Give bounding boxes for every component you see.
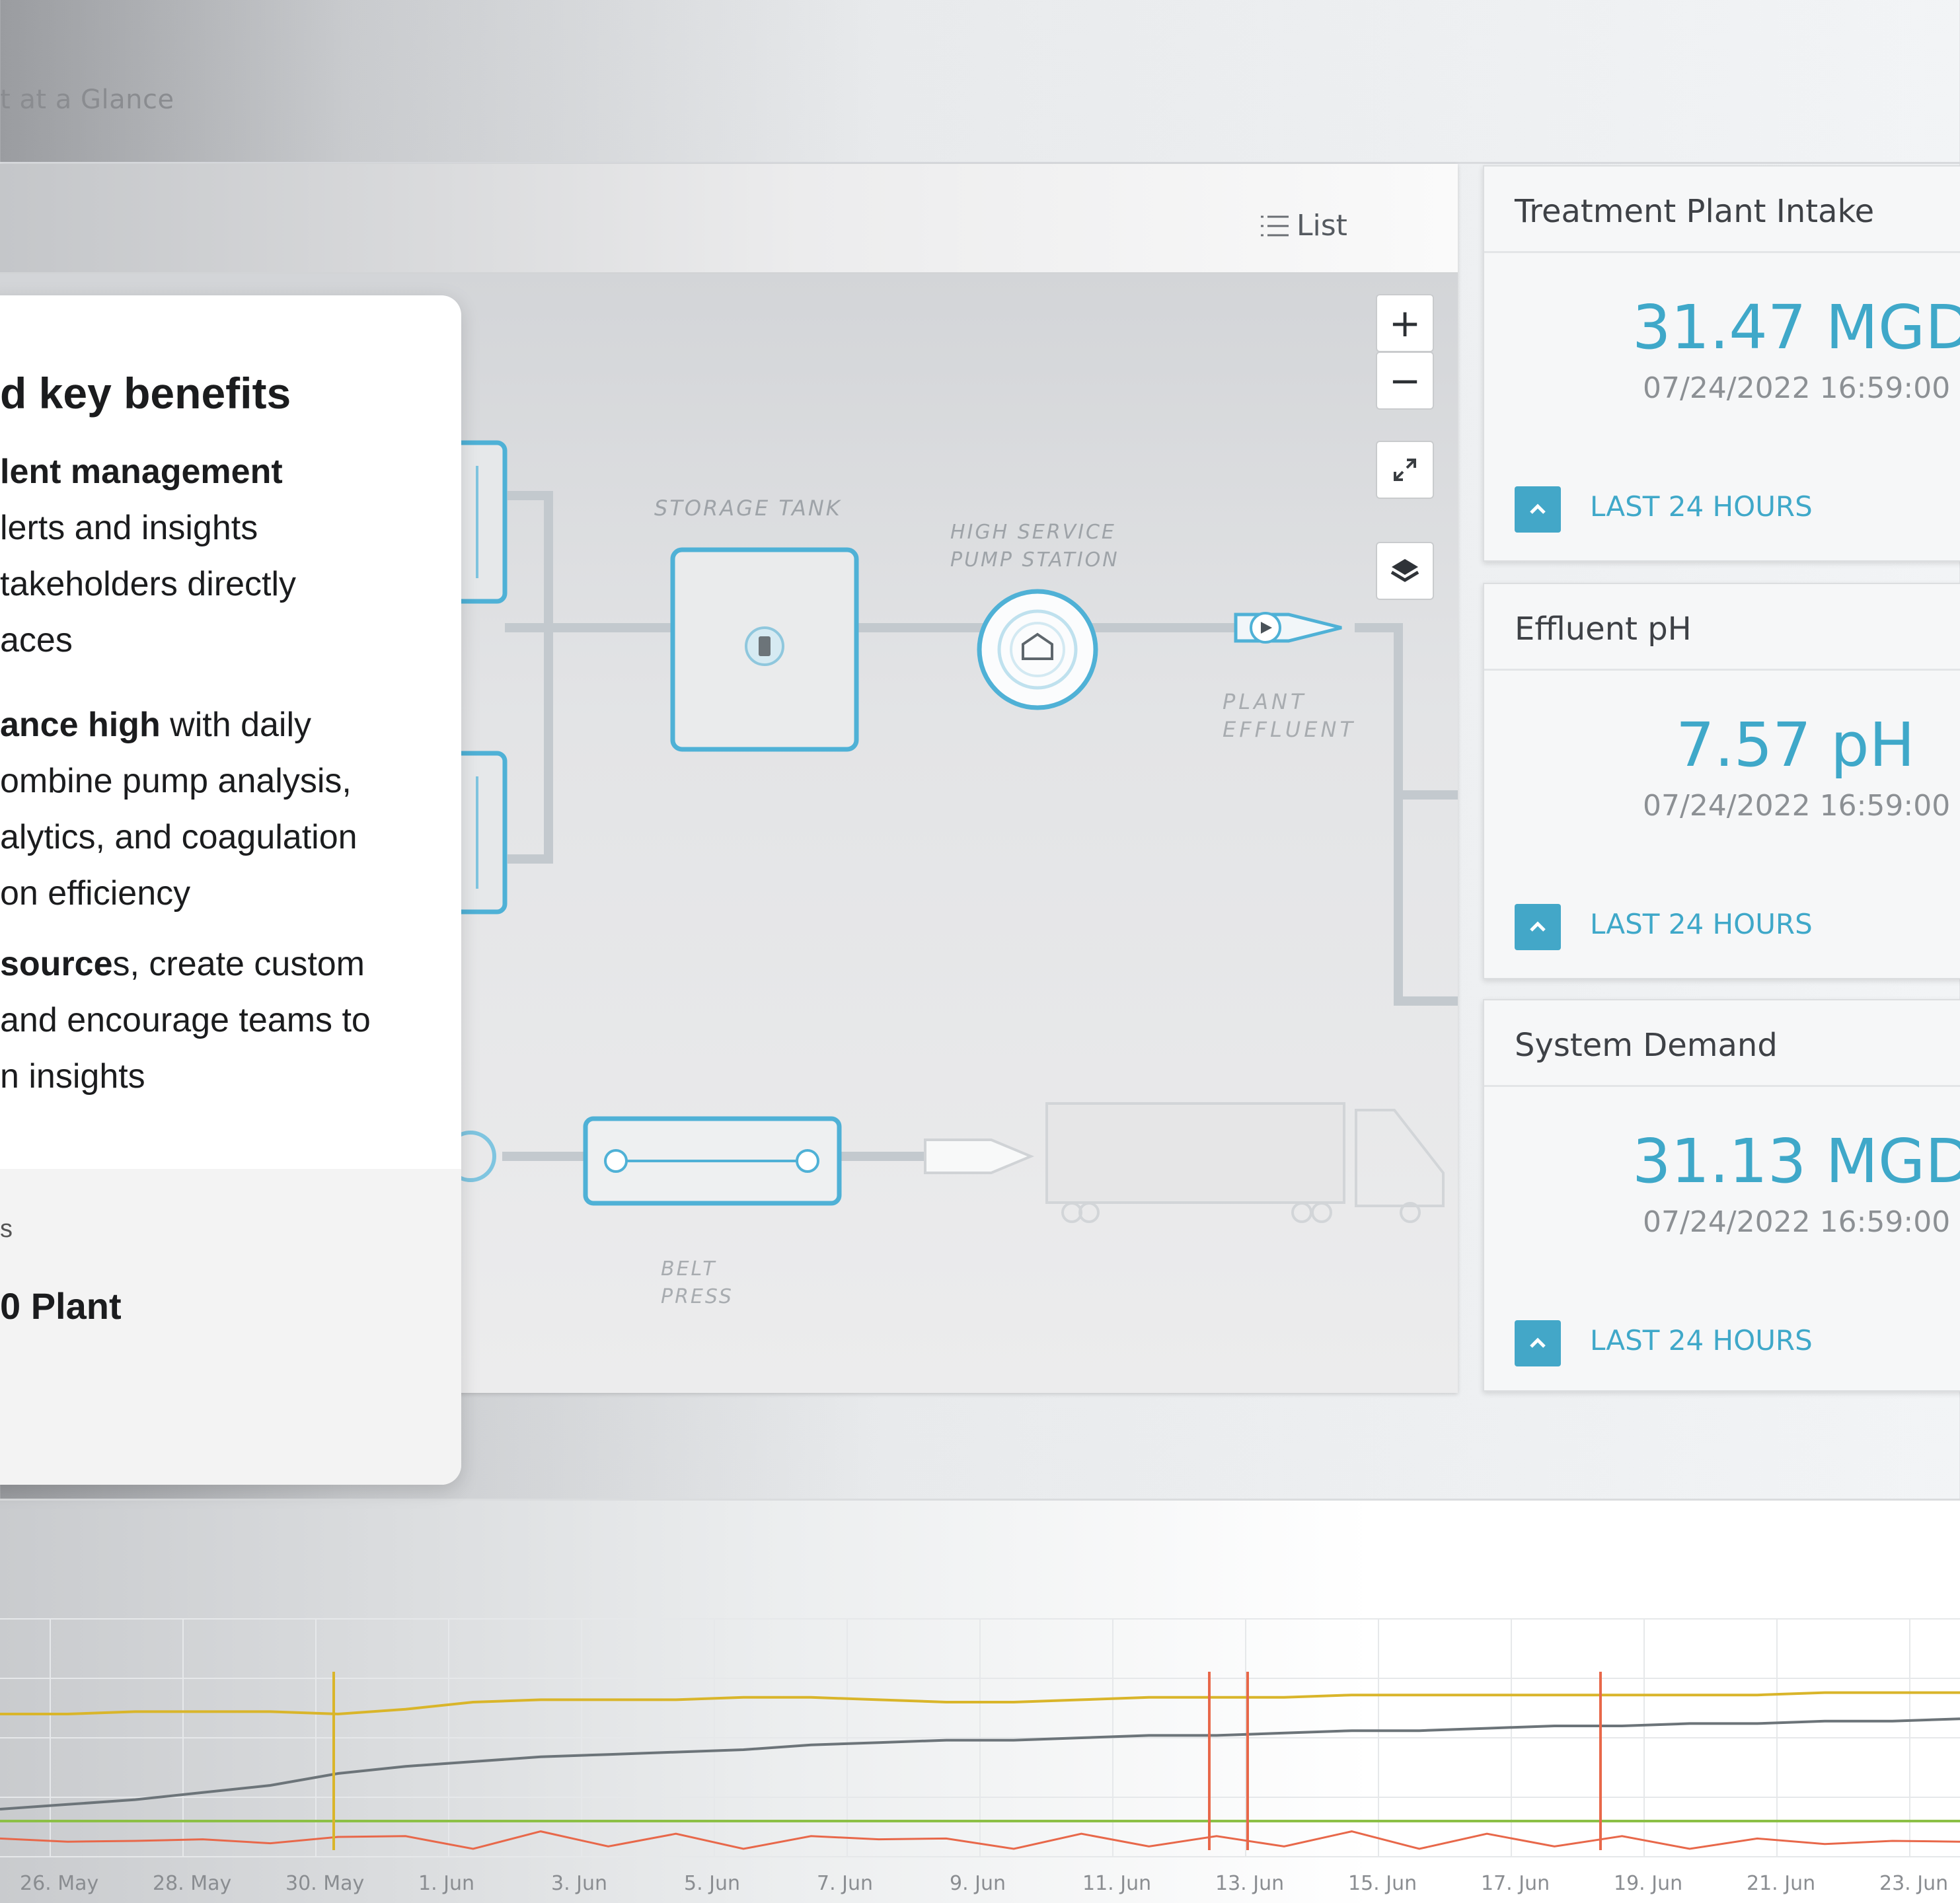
x-tick-label: 26. May [20,1872,98,1895]
chevron-up-icon [1530,1337,1546,1348]
time-range-link[interactable]: LAST 24 HOURS [1590,908,1813,940]
x-tick-label: 21. Jun [1747,1872,1815,1895]
collapse-toggle-button[interactable] [1515,486,1561,533]
zoom-in-button[interactable]: + [1376,294,1434,352]
truck-icon [1045,1102,1445,1223]
card-divider [1484,251,1960,253]
time-range-link[interactable]: LAST 24 HOURS [1590,1324,1813,1357]
pump-station-label-1: HIGH SERVICE [950,521,1116,544]
card-divider [1484,669,1960,671]
kpi-card-value: 31.47 MGD [1632,292,1960,363]
x-tick-label: 1. Jun [418,1872,474,1895]
benefit-2-line-3: alytics, and coagulation [0,818,358,856]
footer-caption: s [0,1215,13,1243]
layers-icon [1390,559,1419,582]
card-divider [1484,1085,1960,1087]
expand-icon [1394,459,1416,481]
plant-effluent-label-1: PLANT [1223,689,1307,714]
fullscreen-button[interactable] [1376,441,1434,499]
benefit-1-line-3: takeholders directly [0,565,296,603]
list-view-label: List [1297,209,1347,243]
x-tick-label: 28. May [153,1872,231,1895]
pump-station [977,589,1098,710]
chevron-up-icon [1530,921,1546,932]
benefit-3-heading: source [0,945,113,983]
kpi-card-title: Treatment Plant Intake [1515,193,1875,230]
kpi-card-timestamp: 07/24/2022 16:59:00 [1643,371,1951,405]
time-range-link[interactable]: LAST 24 HOURS [1590,490,1813,523]
kpi-card-timestamp: 07/24/2022 16:59:00 [1643,1205,1951,1239]
plant-effluent-label-2: EFFLUENT [1223,717,1356,742]
benefits-title: d key benefits [0,369,291,418]
chart-x-axis: 26. May 28. May 30. May 1. Jun 3. Jun 5. Jun 7… [20,1872,1948,1895]
benefit-3-line-1: sources, create custom [0,936,365,992]
x-tick-label: 17. Jun [1481,1872,1550,1895]
page-breadcrumb: t at a Glance [0,85,174,115]
belt-press-label-2: PRESS [661,1285,734,1308]
x-tick-label: 3. Jun [551,1872,607,1895]
collapse-toggle-button[interactable] [1515,1320,1561,1366]
list-icon [1261,215,1289,236]
map-panel-header: List [0,164,1458,274]
transfer-arrow [924,1138,1035,1174]
chart-divider [0,1499,1960,1501]
benefit-3-line-1-rest: s, create custom [112,945,365,983]
benefits-card: d key benefits lent management lerts and… [0,295,461,1485]
x-tick-label: 30. May [285,1872,364,1895]
chevron-up-icon [1530,504,1546,514]
kpi-card-demand: System Demand 31.13 MGD 07/24/2022 16:59… [1483,999,1960,1392]
collapse-toggle-button[interactable] [1515,904,1561,950]
kpi-card-title: Effluent pH [1515,611,1692,648]
pump-station-label-2: PUMP STATION [950,548,1119,572]
layers-button[interactable] [1376,542,1434,600]
x-tick-label: 23. Jun [1879,1872,1948,1895]
benefit-1-line-4: aces [0,621,73,659]
belt-press-label-1: BELT [661,1257,717,1281]
benefit-2-heading: ance high [0,706,161,744]
x-tick-label: 15. Jun [1348,1872,1417,1895]
kpi-card-timestamp: 07/24/2022 16:59:00 [1643,789,1951,823]
benefit-2-line-4: on efficiency [0,874,191,913]
benefit-2-line-2: ombine pump analysis, [0,762,352,800]
benefit-1-line-2: lerts and insights [0,509,258,547]
x-tick-label: 19. Jun [1614,1872,1682,1895]
kpi-card-ph: Effluent pH 7.57 pH 07/24/2022 16:59:00 … [1483,583,1960,979]
benefit-3-line-2: and encourage teams to [0,1001,371,1039]
kpi-card-title: System Demand [1515,1027,1778,1064]
kpi-card-value: 7.57 pH [1676,710,1915,780]
x-tick-label: 9. Jun [950,1872,1006,1895]
benefit-3-line-3: n insights [0,1057,145,1096]
benefit-2-line-1: ance high with daily [0,697,311,753]
x-tick-label: 11. Jun [1082,1872,1151,1895]
benefits-card-footer: s 0 Plant [0,1169,461,1485]
trend-chart[interactable]: 26. May 28. May 30. May 1. Jun 3. Jun 5. Jun 7… [0,1612,1960,1903]
kpi-card-value: 31.13 MGD [1632,1126,1960,1197]
benefit-1-heading: lent management [0,453,283,491]
benefit-2-line-1-rest: with daily [160,706,312,744]
x-tick-label: 7. Jun [817,1872,873,1895]
x-tick-label: 13. Jun [1215,1872,1284,1895]
footer-title[interactable]: 0 Plant [0,1285,122,1327]
kpi-card-intake: Treatment Plant Intake 31.47 MGD 07/24/2… [1483,165,1960,562]
zoom-out-button[interactable]: − [1376,352,1434,410]
x-tick-label: 5. Jun [684,1872,740,1895]
storage-tank-label: STORAGE TANK [654,496,842,521]
list-view-button[interactable]: List [1260,209,1347,243]
